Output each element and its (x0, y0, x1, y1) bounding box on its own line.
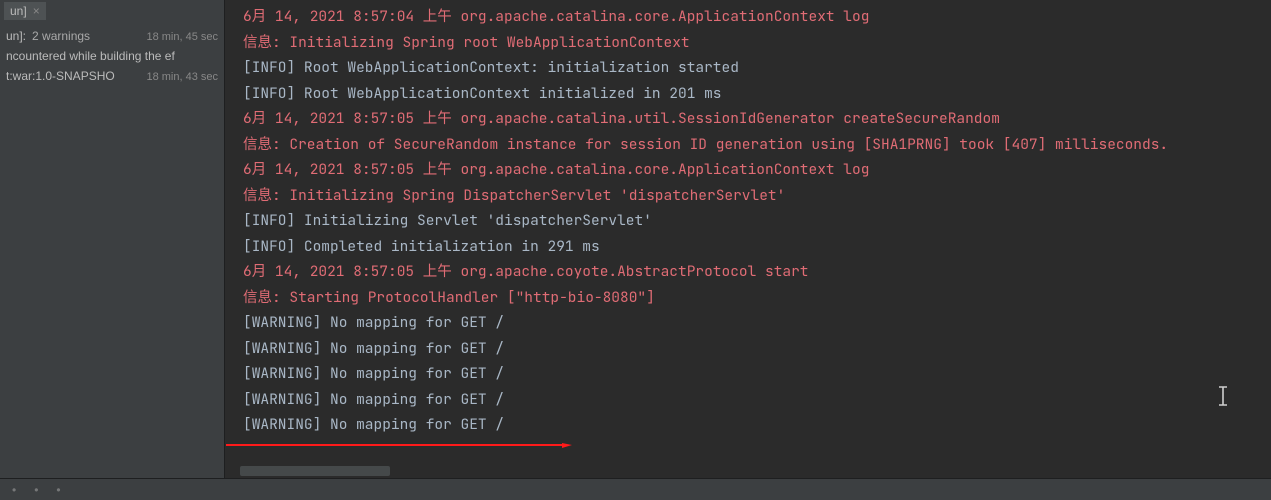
close-icon[interactable]: × (33, 4, 40, 18)
horizontal-scrollbar[interactable] (240, 466, 390, 476)
run-item-warnings: 2 warnings (32, 29, 90, 43)
run-item[interactable]: ncountered while building the ef (0, 46, 224, 66)
run-tab[interactable]: un] × (4, 2, 46, 20)
run-sidebar: un] × un]: 2 warnings 18 min, 45 sec ncount… (0, 0, 225, 500)
console-line: 信息: Creation of SecureRandom instance fo… (243, 132, 1263, 158)
console-line: 信息: Initializing Spring DispatcherServle… (243, 183, 1263, 209)
run-item-time: 18 min, 45 sec (140, 31, 218, 43)
console-output[interactable]: 6月 14, 2021 8:57:04 上午 org.apache.catali… (225, 0, 1271, 500)
console-line: [INFO] Root WebApplicationContext: initi… (243, 55, 1263, 81)
run-item-name: t:war:1.0-SNAPSHO (6, 69, 115, 83)
run-item-name: un]: (6, 29, 26, 43)
console-line: [INFO] Completed initialization in 291 m… (243, 234, 1263, 260)
run-tab-bar: un] × (0, 0, 224, 22)
console-line: [WARNING] No mapping for GET / (243, 361, 1263, 387)
status-item: • (12, 483, 16, 497)
console-line: [INFO] Root WebApplicationContext initia… (243, 81, 1263, 107)
status-bar: • • • (0, 478, 1271, 500)
run-item[interactable]: t:war:1.0-SNAPSHO 18 min, 43 sec (0, 66, 224, 86)
console-line: 6月 14, 2021 8:57:05 上午 org.apache.catali… (243, 106, 1263, 132)
run-item-name: ncountered while building the ef (6, 49, 175, 63)
console-line: 6月 14, 2021 8:57:05 上午 org.apache.catali… (243, 157, 1263, 183)
console-line: 信息: Initializing Spring root WebApplicat… (243, 30, 1263, 56)
console-line: 信息: Starting ProtocolHandler ["http-bio-… (243, 285, 1263, 311)
run-list: un]: 2 warnings 18 min, 45 sec ncountered w… (0, 22, 224, 500)
console-line: [WARNING] No mapping for GET / (243, 412, 1263, 438)
console-line: [INFO] Initializing Servlet 'dispatcherS… (243, 208, 1263, 234)
console-line: [WARNING] No mapping for GET / (243, 387, 1263, 413)
status-item: • (34, 483, 38, 497)
console-line: [WARNING] No mapping for GET / (243, 336, 1263, 362)
run-tab-label: un] (10, 4, 27, 18)
console-line: 6月 14, 2021 8:57:05 上午 org.apache.coyote… (243, 259, 1263, 285)
run-item[interactable]: un]: 2 warnings 18 min, 45 sec (0, 26, 224, 46)
console-line: [WARNING] No mapping for GET / (243, 310, 1263, 336)
run-item-time: 18 min, 43 sec (140, 71, 218, 83)
console-line: 6月 14, 2021 8:57:04 上午 org.apache.catali… (243, 4, 1263, 30)
status-item: • (56, 483, 60, 497)
console-panel: 6月 14, 2021 8:57:04 上午 org.apache.catali… (225, 0, 1271, 500)
